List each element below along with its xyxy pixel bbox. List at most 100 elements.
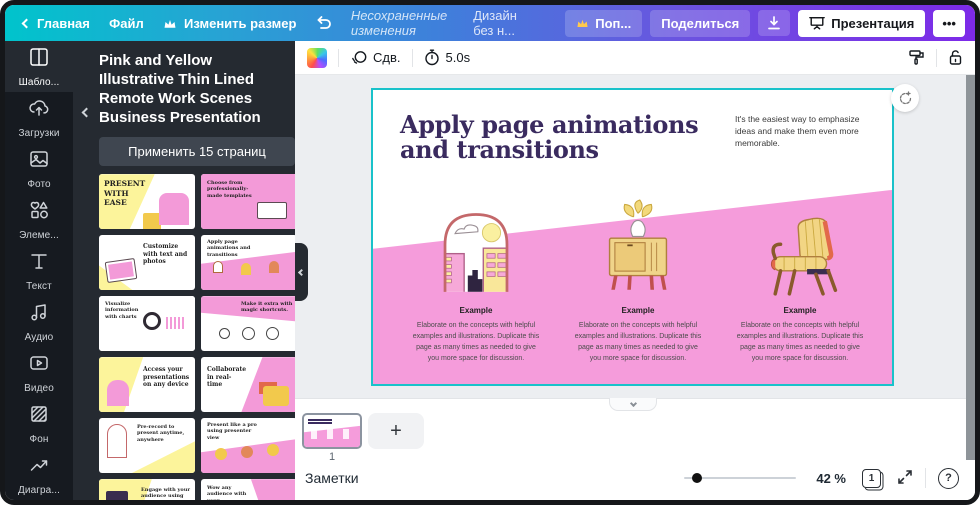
template-thumbnail[interactable]: Visualize information with charts <box>99 296 195 351</box>
ellipsis-icon: ••• <box>942 16 956 31</box>
expand-icon <box>897 469 913 485</box>
timing-button[interactable]: 5.0s <box>424 49 471 66</box>
design-name[interactable]: Дизайн без н... <box>473 8 539 38</box>
download-button[interactable] <box>758 10 790 36</box>
charts-icon <box>28 454 50 481</box>
template-thumbnail[interactable]: Apply page animations and transitions <box>201 235 295 290</box>
sidebar-item-text[interactable]: Текст <box>5 245 73 296</box>
thumbnail-title: Choose from professionally-made template… <box>207 180 259 199</box>
template-thumbnail[interactable]: Choose from professionally-made template… <box>201 174 295 229</box>
home-button[interactable]: Главная <box>23 16 90 31</box>
lock-button[interactable] <box>948 49 963 66</box>
sidebar-item-templates[interactable]: Шабло... <box>5 41 73 92</box>
help-button[interactable]: ? <box>938 468 959 489</box>
thumbnail-illustration <box>107 380 129 406</box>
template-thumbnail[interactable]: Wow any audience with your presentation. <box>201 479 295 500</box>
thumbnail-title: PRESENT WITH EASE <box>104 179 148 207</box>
panel-collapse-handle[interactable] <box>295 243 308 301</box>
notes-toggle[interactable]: Заметки <box>305 470 359 486</box>
zoom-slider[interactable] <box>684 477 796 479</box>
animation-button[interactable]: Сдв. <box>350 50 401 66</box>
slide-column: Example Elaborate on the concepts with he… <box>727 186 873 364</box>
sidebar-item-photos[interactable]: Фото <box>5 143 73 194</box>
thumbnail-title: Engage with your audience using Live Q&A <box>141 487 191 500</box>
sidebar-item-uploads[interactable]: Загрузки <box>5 92 73 143</box>
sidebar-item-audio[interactable]: Аудио <box>5 296 73 347</box>
sidebar-item-elements[interactable]: Элеме... <box>5 194 73 245</box>
thumbnail-illustration <box>213 261 223 273</box>
sidebar-item-label: Аудио <box>25 332 54 343</box>
sidebar-item-background[interactable]: Фон <box>5 398 73 449</box>
add-page-button[interactable]: + <box>368 413 424 449</box>
home-label: Главная <box>37 16 90 31</box>
slide-title[interactable]: Apply page animations and transitions <box>400 112 745 163</box>
filmstrip-collapse-tab[interactable] <box>609 398 657 411</box>
zoom-slider-handle[interactable] <box>692 473 702 483</box>
templates-panel: Pink and Yellow Illustrative Thin Lined … <box>73 41 295 500</box>
file-menu[interactable]: Файл <box>109 16 144 31</box>
template-thumbnail[interactable]: PRESENT WITH EASE <box>99 174 195 229</box>
paint-roller-icon <box>908 49 925 66</box>
template-thumbnail[interactable]: Customize with text and photos <box>99 235 195 290</box>
template-thumbnail[interactable]: Make it extra with magic shortcuts. <box>201 296 295 351</box>
canvas-scrollbar[interactable] <box>966 75 975 460</box>
example-heading[interactable]: Example <box>460 306 493 315</box>
templates-icon <box>28 46 50 73</box>
grid-view-button[interactable]: 1 <box>862 469 881 488</box>
thumbnail-illustration <box>107 424 127 458</box>
canvas-toolbar: Сдв. 5.0s <box>295 41 975 75</box>
template-thumbnail[interactable]: Engage with your audience using Live Q&A <box>99 479 195 500</box>
comment-button[interactable] <box>891 84 919 112</box>
slide-page[interactable]: Apply page animations and transitions It… <box>373 90 892 384</box>
page-1-thumbnail[interactable] <box>302 413 362 449</box>
slide-column: Example Elaborate on the concepts with he… <box>403 186 549 364</box>
thumbnail-illustration <box>263 386 289 406</box>
example-heading[interactable]: Example <box>784 306 817 315</box>
present-button[interactable]: Презентация <box>798 10 925 37</box>
save-status: Несохраненные изменения <box>351 8 473 38</box>
example-heading[interactable]: Example <box>622 306 655 315</box>
animation-label: Сдв. <box>373 50 401 65</box>
upgrade-button[interactable]: Поп... <box>565 10 642 37</box>
template-thumbnail[interactable]: Pre-record to present anytime, anywhere <box>99 418 195 473</box>
armchair-illustration[interactable] <box>754 186 846 298</box>
sidebar-item-video[interactable]: Видео <box>5 347 73 398</box>
template-thumbnail[interactable]: Access your presentations on any device <box>99 357 195 412</box>
example-body[interactable]: Elaborate on the concepts with helpful e… <box>574 321 702 364</box>
background-icon <box>28 403 50 430</box>
elements-icon <box>28 199 50 226</box>
apply-pages-button[interactable]: Применить 15 страниц <box>99 137 295 166</box>
fullscreen-button[interactable] <box>897 469 913 488</box>
paint-roller-button[interactable] <box>908 49 925 66</box>
thumbnail-title: Visualize information with charts <box>105 301 141 320</box>
template-thumbnail[interactable]: Present like a pro using presenter view <box>201 418 295 473</box>
photos-icon <box>28 148 50 175</box>
template-thumbnail[interactable]: Collaborate in real-time <box>201 357 295 412</box>
sidebar-item-label: Загрузки <box>18 128 59 139</box>
slide-column: Example Elaborate on the concepts with he… <box>565 186 711 364</box>
thumbnail-illustration <box>105 258 138 283</box>
sidebar-item-folders[interactable]: Папки <box>5 500 73 505</box>
cabinet-vase-illustration[interactable] <box>598 186 678 298</box>
canvas-area: Apply page animations and transitions It… <box>295 75 975 398</box>
zoom-level[interactable]: 42 % <box>816 471 846 486</box>
thumbnail-title: Access your presentations on any device <box>143 366 189 389</box>
thumbnail-illustration <box>219 328 230 339</box>
example-body[interactable]: Elaborate on the concepts with helpful e… <box>412 321 540 364</box>
thumbnail-title: Customize with text and photos <box>143 243 189 266</box>
resize-button[interactable]: Изменить размер <box>163 16 296 31</box>
share-button[interactable]: Поделиться <box>650 10 750 37</box>
panel-back-button[interactable] <box>83 103 90 121</box>
slide-columns: Example Elaborate on the concepts with he… <box>403 186 873 364</box>
example-body[interactable]: Elaborate on the concepts with helpful e… <box>736 321 864 364</box>
arch-window-illustration[interactable] <box>435 186 517 298</box>
slide-subtitle[interactable]: It's the easiest way to emphasize ideas … <box>735 114 873 150</box>
sidebar-item-charts[interactable]: Диагра... <box>5 449 73 500</box>
sidebar-item-label: Элеме... <box>19 230 59 241</box>
background-color-swatch[interactable] <box>307 48 327 68</box>
undo-button[interactable] <box>316 16 332 30</box>
video-icon <box>28 352 50 379</box>
sidebar-item-label: Фон <box>30 434 49 445</box>
sidebar-item-label: Шабло... <box>19 77 60 88</box>
more-options-button[interactable]: ••• <box>933 10 965 37</box>
